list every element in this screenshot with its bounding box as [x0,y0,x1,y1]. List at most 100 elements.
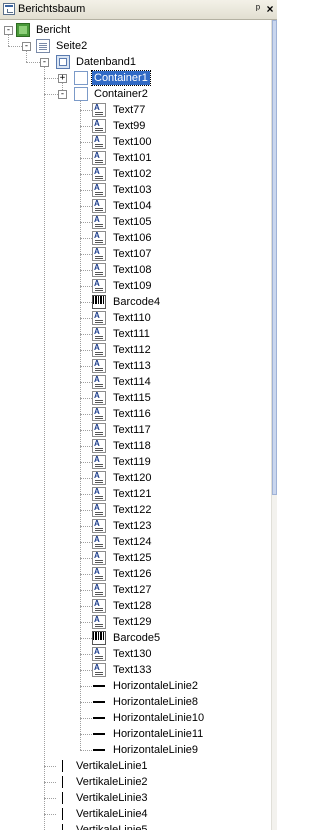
tree-node-label[interactable]: HorizontaleLinie8 [111,695,200,709]
collapse-icon[interactable]: - [58,90,67,99]
tree-node[interactable]: Text100 [0,134,271,150]
tree-node-label[interactable]: Text105 [111,215,154,229]
tree-node-label[interactable]: VertikaleLinie5 [74,823,150,830]
tree-node-label[interactable]: Text103 [111,183,154,197]
tree-node[interactable]: Text104 [0,198,271,214]
tree-node-label[interactable]: Text112 [111,343,153,357]
collapse-icon[interactable]: - [40,58,49,67]
tree-node[interactable]: Text101 [0,150,271,166]
pin-icon[interactable]: ᵖ [252,2,264,16]
tree-node-label[interactable]: Text124 [111,535,154,549]
tree-node[interactable]: Text128 [0,598,271,614]
tree-node[interactable]: Text121 [0,486,271,502]
tree-node[interactable]: Text120 [0,470,271,486]
tree-node[interactable]: Text114 [0,374,271,390]
tree-node[interactable]: VertikaleLinie5 [0,822,271,830]
tree-node[interactable]: VertikaleLinie4 [0,806,271,822]
tree-node[interactable]: Text117 [0,422,271,438]
tree-node-label[interactable]: HorizontaleLinie2 [111,679,200,693]
tree-node[interactable]: - Seite2 [0,38,271,54]
tree-node-label[interactable]: Bericht [34,23,72,37]
tree-node[interactable]: Text111 [0,326,271,342]
tree-node-label[interactable]: Text130 [111,647,154,661]
expand-icon[interactable]: + [58,74,67,83]
tree-node-label[interactable]: Text109 [111,279,154,293]
tree-node-label[interactable]: Text128 [111,599,154,613]
tree-node-label[interactable]: Text101 [111,151,154,165]
tree-node[interactable]: Text77 [0,102,271,118]
tree-node[interactable]: VertikaleLinie2 [0,774,271,790]
tree-node[interactable]: Text110 [0,310,271,326]
tree-node-label[interactable]: Text111 [111,327,152,341]
tree-node[interactable]: Text125 [0,550,271,566]
tree-node-label[interactable]: VertikaleLinie4 [74,807,150,821]
tree-node[interactable]: + Container1 [0,70,271,86]
tree-node-label[interactable]: Text119 [111,455,153,469]
scrollbar-thumb[interactable] [272,20,277,495]
tree-node-label[interactable]: Text127 [111,583,154,597]
tree-node-label[interactable]: Barcode5 [111,631,162,645]
tree-node-label[interactable]: Text107 [111,247,154,261]
tree-node[interactable]: Text107 [0,246,271,262]
collapse-icon[interactable]: - [4,26,13,35]
tree-node[interactable]: Text133 [0,662,271,678]
tree-node-label[interactable]: HorizontaleLinie11 [111,727,205,741]
tree-node[interactable]: - Container2 [0,86,271,102]
tree-node-label[interactable]: Text99 [111,119,147,133]
tree-node-label[interactable]: Text116 [111,407,153,421]
close-icon[interactable]: × [264,2,276,16]
tree-node[interactable]: Text99 [0,118,271,134]
tree-node-label[interactable]: Text115 [111,391,153,405]
tree-node[interactable]: HorizontaleLinie9 [0,742,271,758]
tree-node-label[interactable]: Text114 [111,375,153,389]
tree-node[interactable]: VertikaleLinie3 [0,790,271,806]
tree-node-label[interactable]: Text106 [111,231,154,245]
tree-node-label[interactable]: Text122 [111,503,154,517]
report-tree[interactable]: - Bericht - Seite2- Datenband1 + Container1- Co… [0,20,271,830]
tree-node-label[interactable]: HorizontaleLinie9 [111,743,200,757]
tree-node-label[interactable]: VertikaleLinie3 [74,791,150,805]
tree-node[interactable]: Barcode5 [0,630,271,646]
tree-node[interactable]: HorizontaleLinie10 [0,710,271,726]
tree-node[interactable]: Text113 [0,358,271,374]
tree-node[interactable]: Text105 [0,214,271,230]
tree-node-label[interactable]: Text102 [111,167,154,181]
tree-node-label[interactable]: Text133 [111,663,154,677]
tree-node[interactable]: Text123 [0,518,271,534]
tree-node[interactable]: Text102 [0,166,271,182]
tree-node-label[interactable]: Container2 [92,87,150,101]
tree-node[interactable]: HorizontaleLinie11 [0,726,271,742]
collapse-icon[interactable]: - [22,42,31,51]
tree-node[interactable]: Text127 [0,582,271,598]
tree-node[interactable]: Text116 [0,406,271,422]
tree-node-label[interactable]: Text110 [111,311,153,325]
tree-node[interactable]: Text106 [0,230,271,246]
tree-node[interactable]: HorizontaleLinie8 [0,694,271,710]
tree-node[interactable]: Text130 [0,646,271,662]
tree-node-label[interactable]: Text108 [111,263,154,277]
tree-node-label[interactable]: HorizontaleLinie10 [111,711,206,725]
tree-node[interactable]: VertikaleLinie1 [0,758,271,774]
vertical-scrollbar[interactable] [271,20,277,830]
tree-node[interactable]: - Bericht [0,22,271,38]
tree-node-label[interactable]: VertikaleLinie2 [74,775,150,789]
tree-node-label[interactable]: Barcode4 [111,295,162,309]
tree-node[interactable]: Text119 [0,454,271,470]
tree-node[interactable]: Text126 [0,566,271,582]
tree-node-label[interactable]: Text118 [111,439,153,453]
tree-node-label[interactable]: Seite2 [54,39,89,53]
tree-node-label[interactable]: Text113 [111,359,153,373]
tree-node-label[interactable]: Text126 [111,567,154,581]
tree-node[interactable]: - Datenband1 [0,54,271,70]
tree-node-label[interactable]: Text77 [111,103,147,117]
tree-node-label[interactable]: Container1 [91,70,151,86]
tree-node[interactable]: Text108 [0,262,271,278]
tree-node-label[interactable]: Text104 [111,199,154,213]
tree-node[interactable]: Text109 [0,278,271,294]
tree-node[interactable]: Text122 [0,502,271,518]
tree-node-label[interactable]: Datenband1 [74,55,138,69]
tree-node-label[interactable]: Text129 [111,615,154,629]
tree-node[interactable]: HorizontaleLinie2 [0,678,271,694]
tree-node[interactable]: Text103 [0,182,271,198]
tree-node[interactable]: Barcode4 [0,294,271,310]
